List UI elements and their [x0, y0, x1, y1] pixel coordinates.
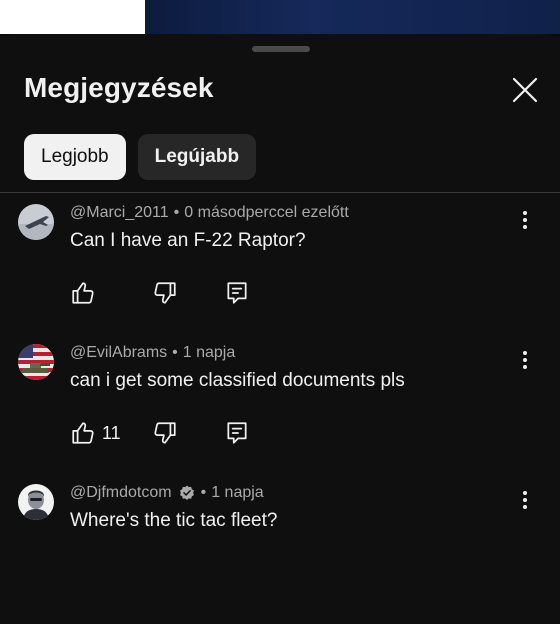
reply-button[interactable] — [224, 420, 250, 446]
flag-tank-avatar-icon — [18, 344, 54, 380]
comment-text: Can I have an F-22 Raptor? — [70, 230, 306, 251]
close-button[interactable] — [509, 74, 541, 106]
sort-chips: Legjobb Legújabb — [24, 134, 257, 180]
more-options-button[interactable] — [513, 208, 537, 232]
comment-meta: @EvilAbrams • 1 napja — [70, 344, 235, 362]
avatar[interactable] — [18, 204, 54, 240]
comment-meta: @Djfmdotcom • 1 napja — [70, 484, 264, 502]
like-button[interactable]: 11 — [70, 420, 121, 446]
reply-icon — [227, 422, 247, 444]
more-options-button[interactable] — [513, 488, 537, 512]
avatar[interactable] — [18, 484, 54, 520]
like-icon — [72, 282, 94, 304]
comment-time: 0 másodperccel ezelőtt — [184, 204, 349, 221]
comment-item: @Djfmdotcom • 1 napja Where's the tic ta… — [0, 484, 560, 624]
comment-meta: @Marci_2011 • 0 másodperccel ezelőtt — [70, 204, 349, 222]
video-frame-right — [145, 0, 560, 34]
avatar[interactable] — [18, 344, 54, 380]
dislike-button[interactable] — [152, 420, 178, 446]
dislike-icon — [154, 282, 176, 304]
more-options-button[interactable] — [513, 348, 537, 372]
meta-separator: • — [173, 204, 180, 221]
comment-author[interactable]: @EvilAbrams — [70, 344, 167, 362]
reply-icon — [227, 282, 247, 304]
comment-time: 1 napja — [182, 344, 236, 361]
reply-button[interactable] — [224, 280, 250, 306]
jet-avatar-icon — [18, 204, 54, 240]
meta-separator: • — [200, 484, 207, 501]
divider — [0, 192, 560, 193]
meta-separator: • — [172, 344, 178, 361]
comment-actions: 11 — [70, 420, 270, 446]
panel-title: Megjegyzések — [24, 72, 214, 103]
like-count: 11 — [102, 422, 121, 443]
comment-text: Where's the tic tac fleet? — [70, 510, 278, 531]
comment-item: @Marci_2011 • 0 másodperccel ezelőtt Can… — [0, 204, 560, 344]
dislike-icon — [154, 422, 176, 444]
comment-actions — [70, 280, 270, 306]
comment-time: 1 napja — [211, 484, 264, 501]
more-options-icon — [523, 491, 527, 509]
comment-item: @EvilAbrams • 1 napja can i get some cla… — [0, 344, 560, 484]
close-icon — [512, 77, 538, 103]
like-icon — [72, 422, 94, 444]
like-button[interactable] — [70, 280, 96, 306]
verified-icon — [179, 485, 194, 501]
dislike-button[interactable] — [152, 280, 178, 306]
comment-author[interactable]: @Marci_2011 — [70, 204, 169, 222]
comment-author[interactable]: @Djfmdotcom — [70, 484, 172, 502]
video-frame-left — [0, 0, 145, 34]
video-player-strip[interactable] — [0, 0, 560, 36]
more-options-icon — [523, 211, 527, 229]
comment-text: can i get some classified documents pls — [70, 370, 405, 391]
sort-chip-top[interactable]: Legjobb — [24, 134, 126, 180]
sort-chip-newest[interactable]: Legújabb — [137, 134, 257, 180]
more-options-icon — [523, 351, 527, 369]
comments-sheet: Megjegyzések Legjobb Legújabb @Marci_201… — [0, 34, 560, 560]
person-avatar-icon — [18, 484, 54, 520]
drag-handle[interactable] — [252, 46, 310, 52]
